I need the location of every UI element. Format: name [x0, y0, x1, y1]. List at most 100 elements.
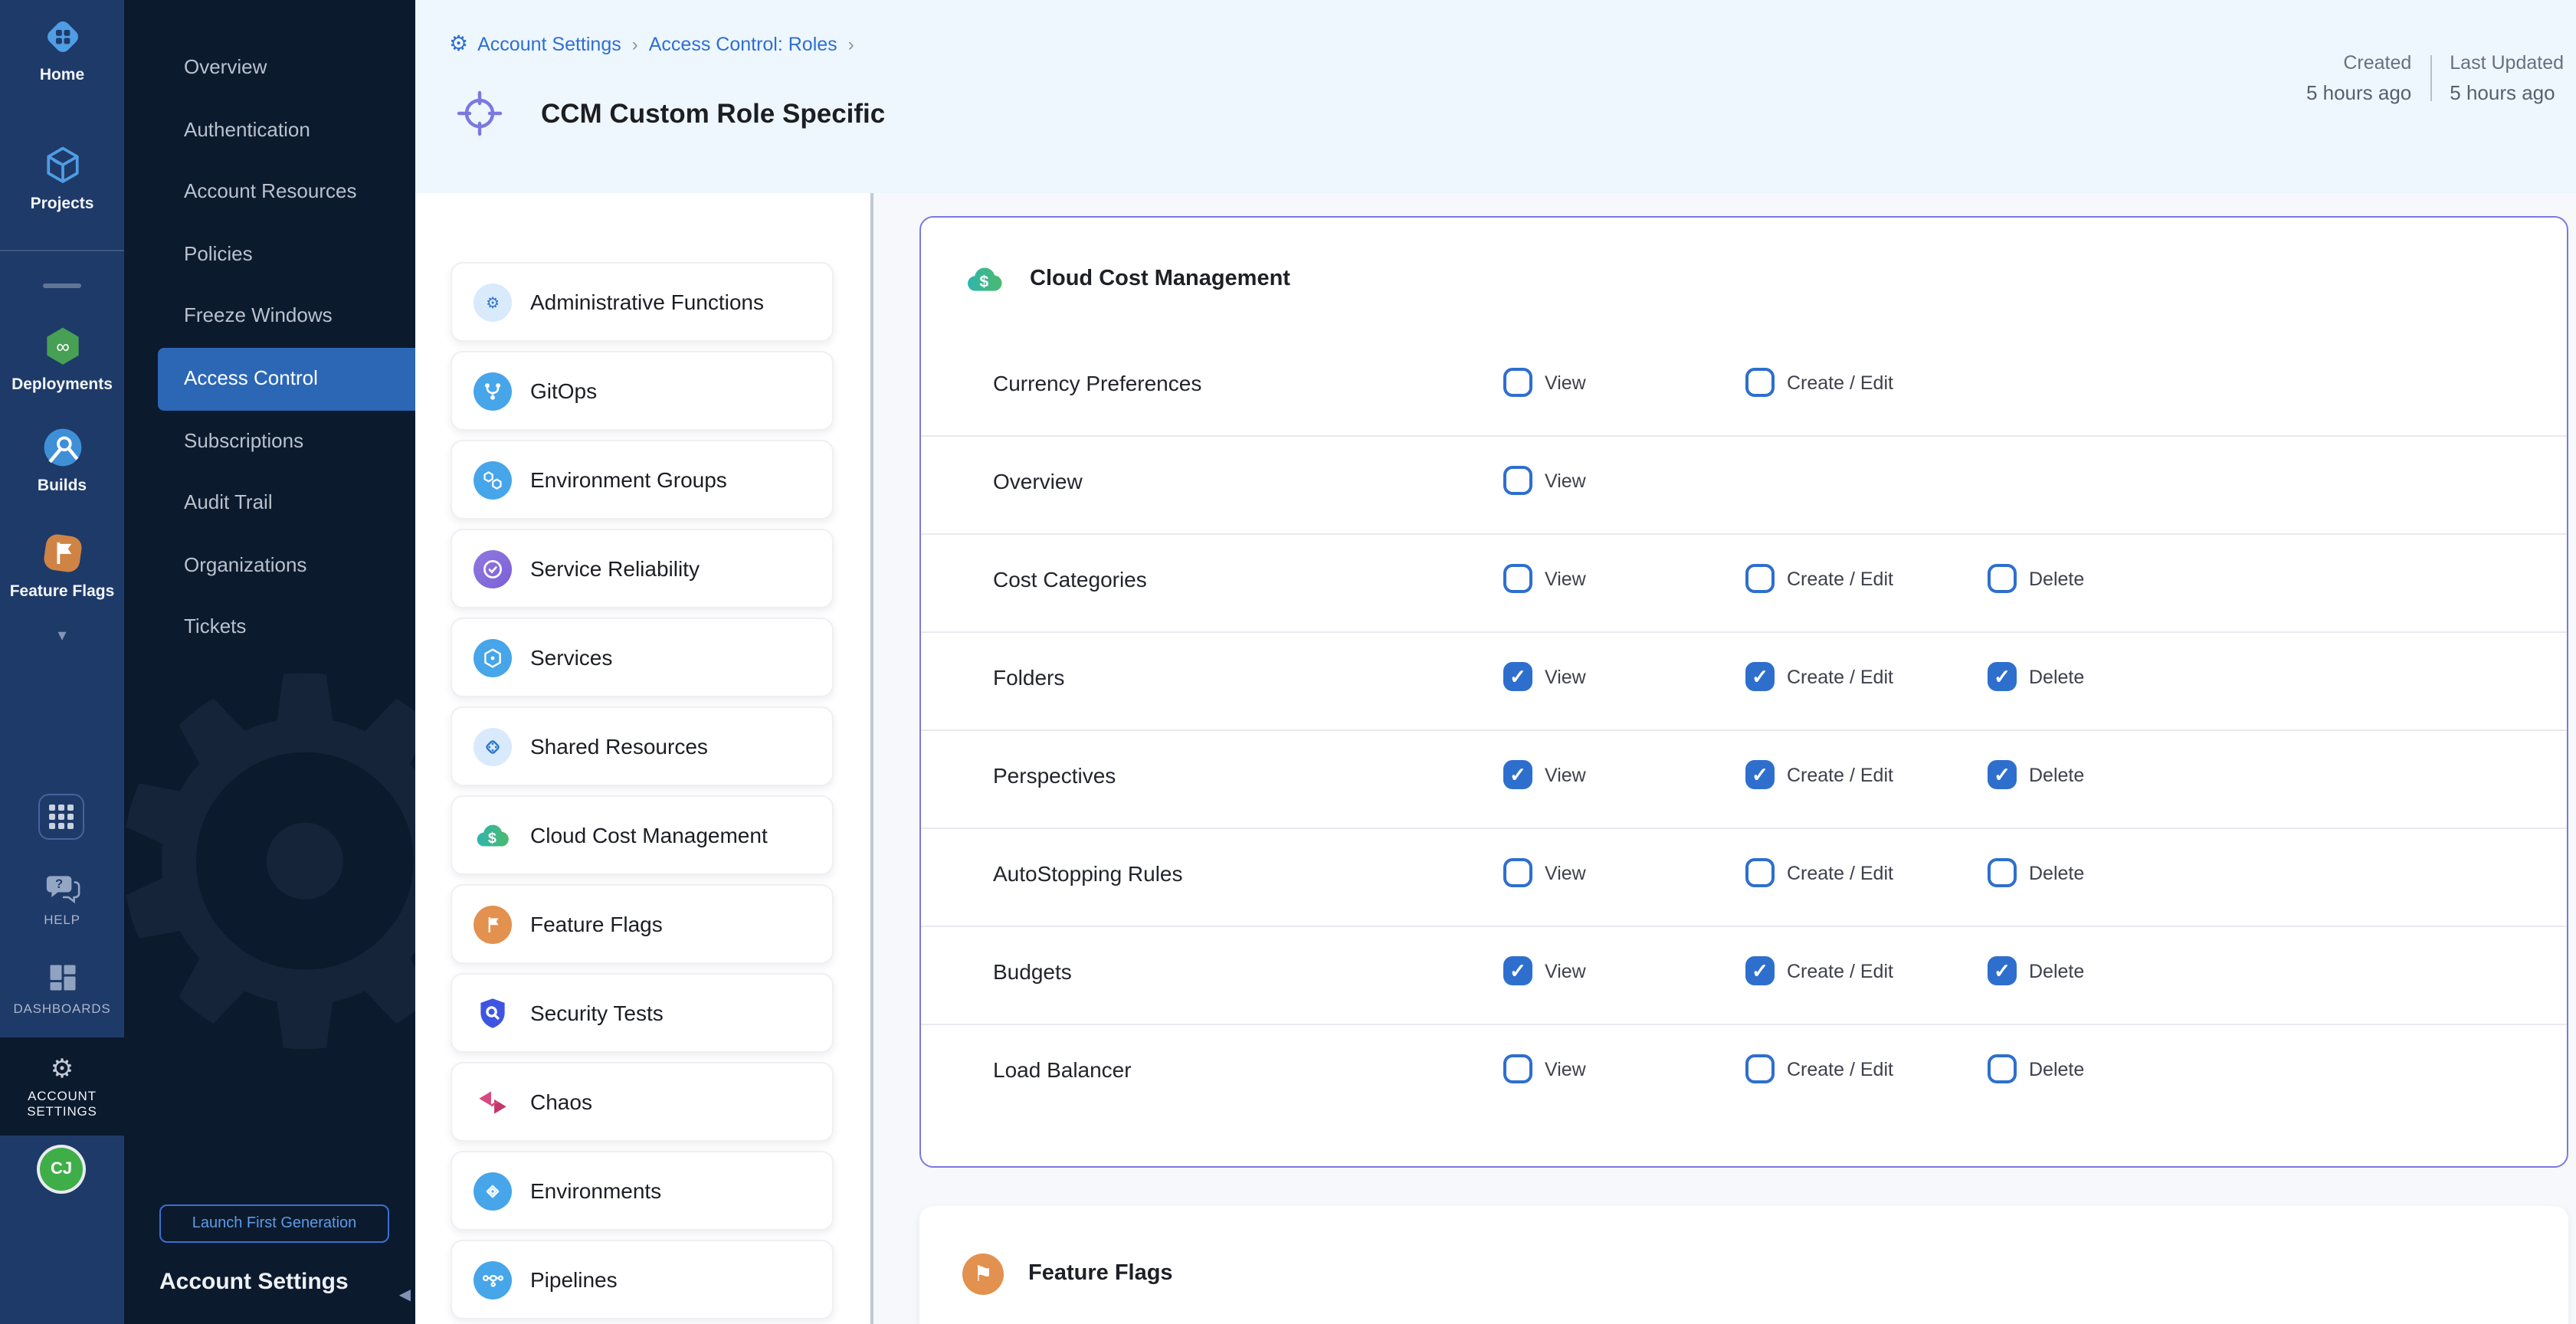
checkbox-label: Delete	[2029, 666, 2084, 687]
checkbox-autostopping-rules-view[interactable]: View	[1503, 858, 1586, 887]
sidebar-item-access-control[interactable]: Access Control	[158, 348, 415, 410]
resource-item-security-tests[interactable]: Security Tests	[451, 973, 834, 1053]
checkbox-currency-preferences-view[interactable]: View	[1503, 368, 1586, 397]
sidebar-item-tickets[interactable]: Tickets	[124, 597, 415, 659]
checkbox-load-balancer-create-edit[interactable]: Create / Edit	[1745, 1054, 1893, 1083]
resource-item-gitops[interactable]: GitOps	[451, 351, 834, 431]
checkbox-label: View	[1545, 960, 1586, 982]
checkbox-unchecked-icon	[1745, 1054, 1775, 1083]
feature-flags-section-icon: ⚑	[962, 1253, 1004, 1294]
feature-flags-icon	[39, 530, 85, 576]
rail-drag-handle[interactable]	[43, 283, 81, 288]
checkbox-perspectives-create-edit[interactable]: ✓Create / Edit	[1745, 760, 1893, 789]
checkbox-checked-icon: ✓	[1988, 956, 2017, 985]
resource-item-cloud-cost-management[interactable]: $Cloud Cost Management	[451, 795, 834, 875]
checkbox-unchecked-icon	[1745, 858, 1775, 887]
checkbox-budgets-view[interactable]: ✓ View	[1503, 956, 1586, 985]
sidebar-item-audit-trail[interactable]: Audit Trail	[124, 472, 415, 534]
checkbox-cost-categories-view[interactable]: View	[1503, 564, 1586, 593]
sidebar-item-subscriptions[interactable]: Subscriptions	[124, 410, 415, 472]
checkbox-folders-view[interactable]: ✓View	[1503, 662, 1586, 691]
checkbox-perspectives-delete[interactable]: ✓Delete	[1988, 760, 2084, 789]
page-title: CCM Custom Role Specific	[541, 97, 885, 129]
rail-item-dashboards[interactable]: DASHBOARDS	[0, 959, 124, 1016]
checkbox-autostopping-rules-delete[interactable]: Delete	[1988, 858, 2084, 887]
checkbox-label: Create / Edit	[1787, 568, 1893, 589]
resource-item-pipelines[interactable]: Pipelines	[451, 1240, 834, 1319]
checkbox-cost-categories-delete[interactable]: Delete	[1988, 564, 2084, 593]
avatar[interactable]: CJ	[40, 1148, 83, 1191]
rail-deployments-label: Deployments	[11, 375, 113, 394]
resource-item-environment-groups[interactable]: Environment Groups	[451, 440, 834, 519]
module-picker-button[interactable]	[38, 794, 84, 840]
svg-text:?: ?	[54, 877, 62, 891]
checkbox-label: View	[1545, 764, 1586, 785]
checkbox-unchecked-icon	[1503, 858, 1532, 887]
checkbox-load-balancer-delete[interactable]: Delete	[1988, 1054, 2084, 1083]
breadcrumb-separator: ›	[848, 33, 854, 54]
checkbox-perspectives-view[interactable]: ✓View	[1503, 760, 1586, 789]
resource-item-services[interactable]: Services	[451, 618, 834, 697]
checkbox-folders-create-edit[interactable]: ✓Create / Edit	[1745, 662, 1893, 691]
sidebar-item-overview[interactable]: Overview	[124, 37, 415, 99]
resource-item-label: GitOps	[530, 379, 597, 403]
breadcrumb-link-account-settings[interactable]: Account Settings	[477, 33, 621, 54]
rail-item-builds[interactable]: Builds	[0, 424, 124, 495]
last-updated-value: 5 hours ago	[2450, 81, 2564, 104]
cloud-cost-management-icon: $	[474, 816, 512, 854]
resource-item-label: Security Tests	[530, 1001, 664, 1025]
checkbox-checked-icon: ✓	[1988, 760, 2017, 789]
service-reliability-icon	[474, 549, 512, 588]
chevron-down-icon[interactable]: ▾	[0, 625, 124, 645]
checkbox-cost-categories-create-edit[interactable]: Create / Edit	[1745, 564, 1893, 593]
resource-item-shared-resources[interactable]: Shared Resources	[451, 706, 834, 786]
checkbox-load-balancer-view[interactable]: View	[1503, 1054, 1586, 1083]
sidebar-item-policies[interactable]: Policies	[124, 224, 415, 286]
checkbox-folders-delete[interactable]: ✓Delete	[1988, 662, 2084, 691]
permission-rows: Currency PreferencesViewCreate / EditOve…	[921, 339, 2567, 1122]
resource-item-service-reliability[interactable]: Service Reliability	[451, 529, 834, 608]
rail-item-projects[interactable]: Projects	[0, 143, 124, 213]
checkbox-checked-icon: ✓	[1503, 956, 1532, 985]
checkbox-unchecked-icon	[1503, 564, 1532, 593]
breadcrumb-separator: ›	[632, 33, 638, 54]
feature-flags-card: ⚑ Feature Flags	[919, 1206, 2568, 1324]
main-content: ⚙ Account Settings › Access Control: Rol…	[415, 0, 2576, 1324]
launch-first-generation-button[interactable]: Launch First Generation	[159, 1204, 389, 1243]
sidebar-item-freeze-windows[interactable]: Freeze Windows	[124, 286, 415, 348]
rail-item-account-settings[interactable]: ⚙ ACCOUNTSETTINGS	[0, 1037, 124, 1136]
checkbox-budgets-delete[interactable]: ✓Delete	[1988, 956, 2084, 985]
checkbox-label: Delete	[2029, 568, 2084, 589]
rail-item-deployments[interactable]: ∞ Deployments	[0, 323, 124, 394]
resource-item-feature-flags[interactable]: Feature Flags	[451, 884, 834, 964]
checkbox-budgets-create-edit[interactable]: ✓Create / Edit	[1745, 956, 1893, 985]
grid-icon	[49, 805, 74, 829]
resource-item-label: Shared Resources	[530, 734, 708, 759]
help-icon: ?	[42, 867, 82, 907]
security-tests-icon	[474, 994, 512, 1032]
checkbox-overview-view[interactable]: View	[1503, 466, 1586, 495]
resource-item-label: Services	[530, 645, 612, 670]
sidebar-collapse-icon[interactable]: ◀	[399, 1287, 411, 1304]
sidebar-item-account-resources[interactable]: Account Resources	[124, 161, 415, 223]
permission-row-label: Overview	[993, 469, 1083, 493]
checkbox-label: Create / Edit	[1787, 372, 1893, 393]
chaos-icon	[474, 1083, 512, 1121]
rail-item-help[interactable]: ? HELP	[0, 867, 124, 927]
sidebar-item-authentication[interactable]: Authentication	[124, 99, 415, 161]
rail-dashboards-label: DASHBOARDS	[13, 1001, 110, 1016]
checkbox-currency-preferences-create-edit[interactable]: Create / Edit	[1745, 368, 1893, 397]
rail-item-home[interactable]: Home	[0, 14, 124, 84]
breadcrumb-link-roles[interactable]: Access Control: Roles	[649, 33, 837, 54]
module-rail: Home Projects ∞ Deployments Builds Featu…	[0, 0, 124, 1324]
created-value: 5 hours ago	[2306, 81, 2411, 104]
resource-item-administrative-functions[interactable]: ⚙Administrative Functions	[451, 262, 834, 342]
breadcrumb: ⚙ Account Settings › Access Control: Rol…	[449, 31, 865, 57]
rail-item-feature-flags[interactable]: Feature Flags	[0, 530, 124, 601]
sidebar-item-organizations[interactable]: Organizations	[124, 535, 415, 597]
resource-item-chaos[interactable]: Chaos	[451, 1062, 834, 1142]
checkbox-autostopping-rules-create-edit[interactable]: Create / Edit	[1745, 858, 1893, 887]
resource-item-environments[interactable]: Environments	[451, 1151, 834, 1231]
rail-help-label: HELP	[44, 912, 80, 927]
title-row: CCM Custom Role Specific	[455, 89, 885, 138]
